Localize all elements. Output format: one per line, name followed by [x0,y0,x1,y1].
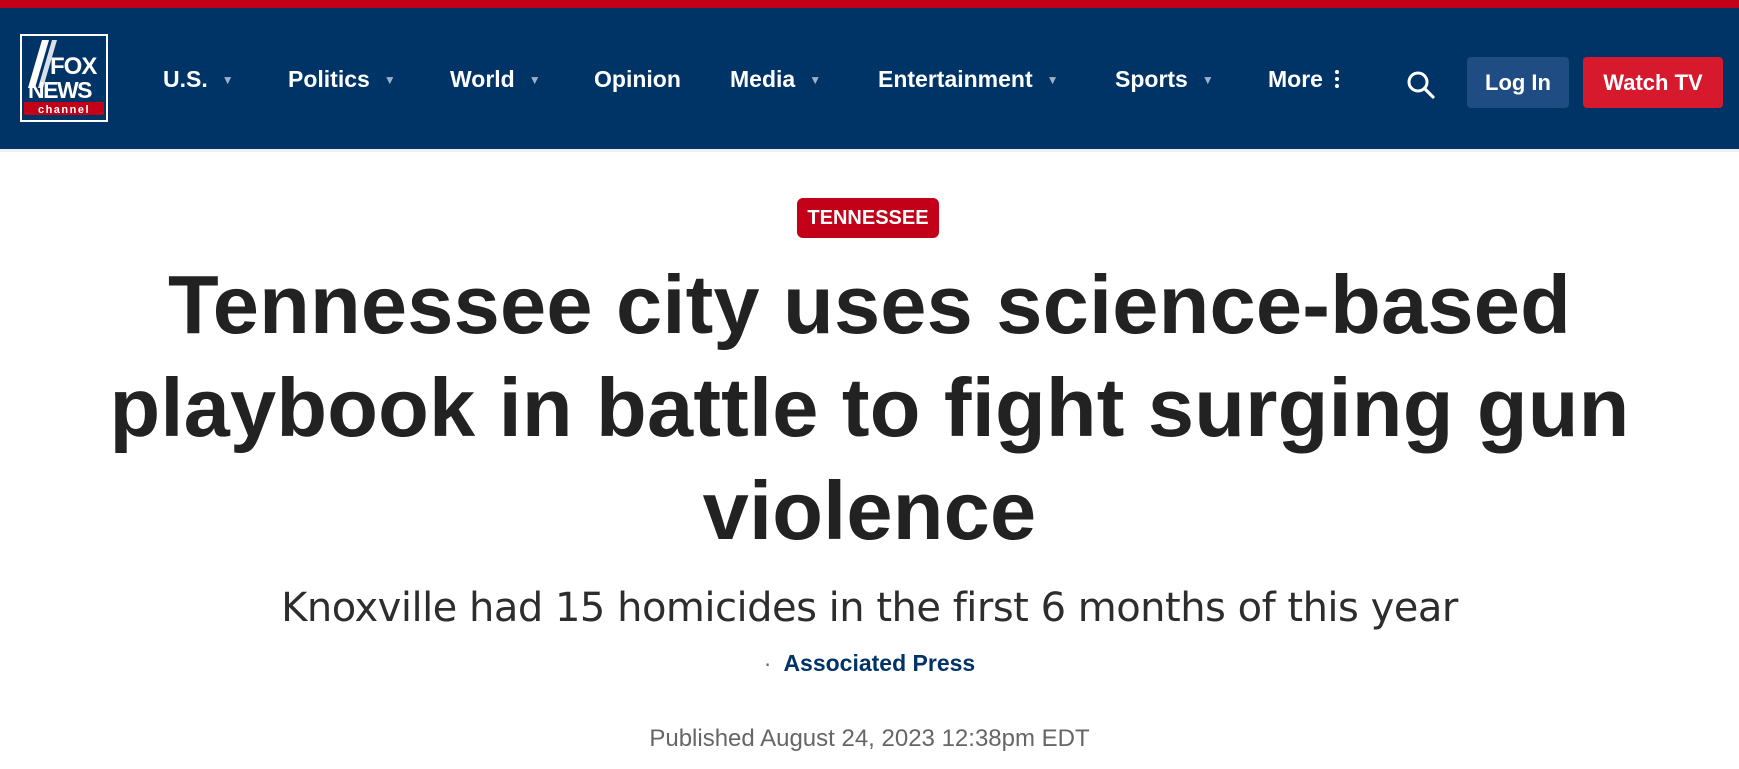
byline-separator: · [763,650,772,676]
nav-label: Entertainment [878,66,1033,92]
nav-item-sports[interactable]: Sports ▼ [1115,62,1214,96]
caret-down-icon: ▼ [809,73,822,87]
logo-line3: channel [38,104,90,116]
author-link[interactable]: Associated Press [783,650,975,676]
nav-item-media[interactable]: Media ▼ [730,62,821,96]
caret-down-icon: ▼ [1201,73,1214,87]
nav-item-entertainment[interactable]: Entertainment ▼ [878,62,1059,96]
nav-label: World [450,66,515,92]
caret-down-icon: ▼ [1046,73,1059,87]
nav-label: Sports [1115,66,1188,92]
article-headline: Tennessee city uses science-based playbo… [109,258,1630,557]
nav-label: Politics [288,66,370,92]
nav-item-opinion[interactable]: Opinion [594,62,681,96]
nav-item-more[interactable]: More [1268,62,1339,96]
search-icon[interactable] [1406,70,1436,100]
nav-item-us[interactable]: U.S. ▼ [163,62,234,96]
top-accent-bar [0,0,1739,8]
fox-news-logo-icon[interactable]: FOX NEWS channel [20,34,108,122]
published-date: Published August 24, 2023 12:38pm EDT [649,725,1090,752]
nav-item-politics[interactable]: Politics ▼ [288,62,396,96]
watch-tv-button[interactable]: Watch TV [1583,57,1723,108]
caret-down-icon: ▼ [528,73,541,87]
caret-down-icon: ▼ [383,73,396,87]
nav-label: More [1268,66,1323,92]
more-vertical-icon [1334,70,1339,88]
nav-label: Media [730,66,796,92]
header-divider [0,149,1739,152]
article-subheadline: Knoxville had 15 homicides in the first … [281,585,1458,631]
byline: · Associated Press [500,648,1239,678]
nav-item-world[interactable]: World ▼ [450,62,541,96]
caret-down-icon: ▼ [221,73,234,87]
nav-label: U.S. [163,66,208,92]
nav-label: Opinion [594,66,681,92]
logo-graphic: FOX NEWS channel [24,40,104,116]
logo-line1: FOX [50,53,97,80]
category-badge[interactable]: TENNESSEE [797,198,939,238]
logo-line2: NEWS [28,77,92,103]
login-button[interactable]: Log In [1467,57,1569,108]
